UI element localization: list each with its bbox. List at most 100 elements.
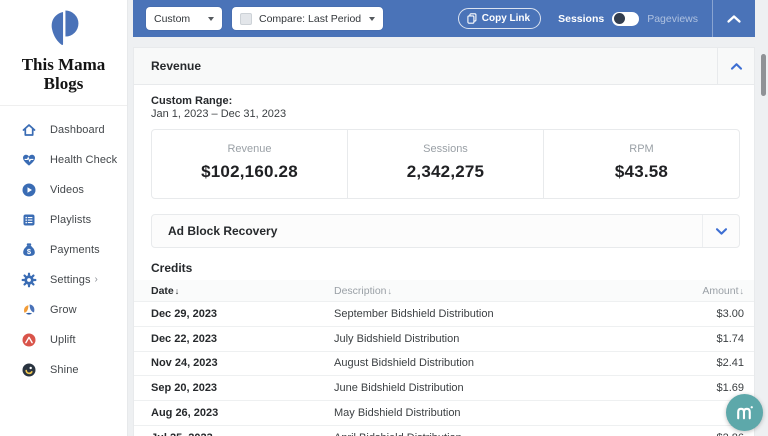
credit-amount: $2.41 — [634, 357, 754, 369]
credit-description: April Bidshield Distribution — [334, 432, 634, 436]
table-row: Dec 29, 2023 September Bidshield Distrib… — [134, 301, 754, 326]
sidebar-item-label: Settings — [50, 274, 91, 286]
brand-logo[interactable] — [0, 0, 127, 53]
sidebar-item-label: Playlists — [50, 214, 91, 226]
column-header-amount[interactable]: Amount↓ — [634, 285, 754, 297]
sidebar: This Mama Blogs Dashboard Health Check V… — [0, 0, 128, 436]
uplift-icon — [21, 332, 37, 348]
submenu-chevron-icon: › — [95, 275, 98, 285]
sidebar-item-label: Shine — [50, 364, 79, 376]
compare-checkbox[interactable] — [240, 13, 252, 25]
stat-label: Sessions — [348, 143, 543, 155]
sidebar-item-label: Grow — [50, 304, 77, 316]
credit-amount: $1.69 — [634, 382, 754, 394]
sidebar-item-uplift[interactable]: Uplift — [0, 325, 127, 355]
credit-amount: $3.00 — [634, 308, 754, 320]
stat-sessions: Sessions 2,342,275 — [347, 130, 543, 198]
credit-date: Sep 20, 2023 — [134, 382, 334, 394]
expand-ad-block-button[interactable] — [702, 215, 739, 247]
ad-block-recovery-title: Ad Block Recovery — [152, 224, 702, 238]
credit-amount: $1.74 — [634, 333, 754, 345]
toggle-knob — [614, 13, 625, 24]
sidebar-item-label: Videos — [50, 184, 84, 196]
credit-date: Nov 24, 2023 — [134, 357, 334, 369]
credit-description: May Bidshield Distribution — [334, 407, 634, 419]
sidebar-item-label: Dashboard — [50, 124, 105, 136]
sessions-label[interactable]: Sessions — [558, 13, 604, 25]
sidebar-item-playlists[interactable]: Playlists — [0, 205, 127, 235]
sessions-pageviews-toggle[interactable] — [612, 12, 639, 26]
ad-block-recovery-panel[interactable]: Ad Block Recovery — [151, 214, 740, 248]
collapse-revenue-button[interactable] — [717, 48, 754, 84]
sort-desc-icon: ↓ — [740, 286, 745, 296]
credit-date: Aug 26, 2023 — [134, 407, 334, 419]
stat-value: $43.58 — [544, 162, 739, 182]
sidebar-item-label: Uplift — [50, 334, 76, 346]
credit-date: Jul 25, 2023 — [134, 432, 334, 436]
heart-pulse-icon — [21, 152, 37, 168]
gear-icon — [21, 272, 37, 288]
sidebar-menu: Dashboard Health Check Videos Playlists … — [0, 106, 127, 385]
stat-label: RPM — [544, 143, 739, 155]
chevron-down-icon — [715, 227, 728, 236]
stats-summary: Revenue $102,160.28 Sessions 2,342,275 R… — [151, 129, 740, 199]
credit-description: September Bidshield Distribution — [334, 308, 634, 320]
stat-value: $102,160.28 — [152, 162, 347, 182]
brand-logo-icon — [45, 7, 83, 53]
column-header-description[interactable]: Description↓ — [334, 285, 634, 297]
main-area: Custom Compare: Last Period Copy Link Se… — [133, 0, 755, 436]
revenue-section-title: Revenue — [134, 59, 717, 73]
credit-date: Dec 29, 2023 — [134, 308, 334, 320]
table-row: Aug 26, 2023 May Bidshield Distribution … — [134, 400, 754, 425]
shine-icon — [21, 362, 37, 378]
revenue-section-header: Revenue — [134, 48, 754, 85]
column-header-date[interactable]: Date↓ — [134, 285, 334, 297]
collapse-topbar-button[interactable] — [712, 0, 755, 37]
sidebar-item-shine[interactable]: Shine — [0, 355, 127, 385]
stat-revenue: Revenue $102,160.28 — [152, 130, 347, 198]
compare-select[interactable]: Compare: Last Period — [232, 7, 383, 30]
sidebar-item-grow[interactable]: Grow — [0, 295, 127, 325]
dropdown-caret-icon — [208, 17, 214, 21]
sort-desc-icon: ↓ — [388, 286, 393, 296]
chevron-up-icon — [730, 62, 743, 71]
custom-range-label: Custom Range: — [151, 95, 754, 107]
credit-description: June Bidshield Distribution — [334, 382, 634, 394]
copy-link-button[interactable]: Copy Link — [458, 8, 541, 29]
sidebar-item-settings[interactable]: Settings › — [0, 265, 127, 295]
credits-table-header: Date↓ Description↓ Amount↓ — [134, 280, 754, 301]
grow-icon — [21, 302, 37, 318]
revenue-card: Revenue Custom Range: Jan 1, 2023 – Dec … — [133, 47, 755, 436]
copy-icon — [467, 13, 477, 24]
sidebar-item-label: Health Check — [50, 154, 117, 166]
custom-range-value: Jan 1, 2023 – Dec 31, 2023 — [151, 108, 754, 120]
copy-link-label: Copy Link — [482, 13, 530, 24]
date-range-value: Custom — [154, 13, 190, 25]
date-range-select[interactable]: Custom — [146, 7, 222, 30]
table-row: Sep 20, 2023 June Bidshield Distribution… — [134, 375, 754, 400]
vertical-scrollbar[interactable] — [761, 54, 766, 96]
credit-description: August Bidshield Distribution — [334, 357, 634, 369]
sidebar-item-label: Payments — [50, 244, 100, 256]
table-row: Dec 22, 2023 July Bidshield Distribution… — [134, 326, 754, 351]
credit-date: Dec 22, 2023 — [134, 333, 334, 345]
pageviews-label[interactable]: Pageviews — [647, 13, 698, 25]
mediavine-m-icon — [734, 404, 755, 421]
sidebar-item-health-check[interactable]: Health Check — [0, 145, 127, 175]
chat-widget-button[interactable] — [726, 394, 763, 431]
table-row: Nov 24, 2023 August Bidshield Distributi… — [134, 351, 754, 376]
chevron-up-icon — [726, 14, 742, 24]
home-icon — [21, 122, 37, 138]
brand-title: This Mama Blogs — [0, 55, 127, 93]
credit-description: July Bidshield Distribution — [334, 333, 634, 345]
sidebar-item-dashboard[interactable]: Dashboard — [0, 115, 127, 145]
stat-label: Revenue — [152, 143, 347, 155]
sidebar-item-videos[interactable]: Videos — [0, 175, 127, 205]
money-bag-icon: $ — [21, 242, 37, 258]
play-circle-icon — [21, 182, 37, 198]
custom-range-block: Custom Range: Jan 1, 2023 – Dec 31, 2023 — [151, 95, 754, 120]
sidebar-item-payments[interactable]: $ Payments — [0, 235, 127, 265]
topbar: Custom Compare: Last Period Copy Link Se… — [133, 0, 755, 37]
stat-value: 2,342,275 — [348, 162, 543, 182]
table-row: Jul 25, 2023 April Bidshield Distributio… — [134, 425, 754, 436]
